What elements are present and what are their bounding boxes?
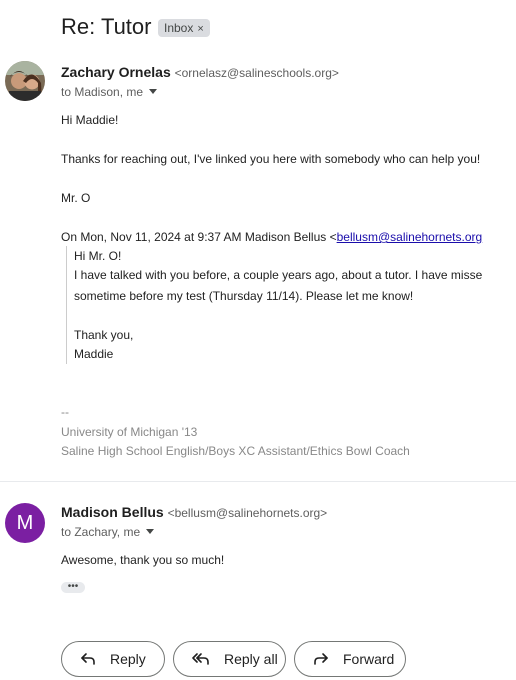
quoted-line: Hi Mr. O! — [74, 249, 122, 263]
email-subject: Re: Tutor — [61, 14, 152, 39]
quote-header-link[interactable]: bellusm@salinehornets.org — [337, 230, 483, 244]
avatar[interactable] — [5, 61, 45, 101]
quote-header-text: On Mon, Nov 11, 2024 at 9:37 AM Madison … — [61, 230, 337, 244]
quoted-line: Thank you, — [74, 328, 134, 342]
message-header: Zachary Ornelas <ornelasz@salineschools.… — [61, 64, 339, 80]
reply-label: Reply — [110, 651, 146, 667]
recipients-text: to Zachary, me — [61, 525, 141, 539]
recipients-toggle[interactable]: to Madison, me — [61, 85, 158, 99]
quoted-line: Maddie — [74, 347, 114, 361]
forward-icon — [314, 653, 328, 665]
sender-name[interactable]: Zachary Ornelas — [61, 64, 171, 80]
quoted-line: I have talked with you before, a couple … — [74, 268, 483, 282]
message-header: Madison Bellus <bellusm@salinehornets.or… — [61, 504, 327, 520]
signature-line: Saline High School English/Boys XC Assis… — [61, 444, 410, 458]
reply-all-label: Reply all — [224, 651, 278, 667]
message-signoff: Mr. O — [61, 191, 91, 205]
recipients-text: to Madison, me — [61, 85, 144, 99]
reply-all-icon — [192, 653, 209, 665]
message-divider — [0, 481, 516, 482]
sender-email: <ornelasz@salineschools.org> — [174, 66, 339, 80]
reply-button[interactable]: Reply — [61, 641, 165, 677]
forward-label: Forward — [343, 651, 395, 667]
chevron-down-icon[interactable] — [149, 89, 158, 94]
reply-icon — [81, 653, 95, 665]
reply-all-button[interactable]: Reply all — [173, 641, 286, 677]
signature-separator: -- — [61, 405, 69, 419]
remove-label-icon[interactable]: × — [197, 23, 203, 35]
avatar-photo-icon — [5, 61, 45, 101]
inbox-label-badge[interactable]: Inbox × — [158, 19, 210, 37]
recipients-toggle[interactable]: to Zachary, me — [61, 525, 155, 539]
forward-button[interactable]: Forward — [294, 641, 406, 677]
avatar[interactable]: M — [5, 503, 45, 543]
show-trimmed-content-button[interactable]: ••• — [61, 582, 85, 593]
signature-line: University of Michigan '13 — [61, 425, 198, 439]
message-paragraph: Awesome, thank you so much! — [61, 553, 225, 567]
quote-bar — [66, 246, 67, 364]
quote-header: On Mon, Nov 11, 2024 at 9:37 AM Madison … — [61, 230, 482, 244]
chevron-down-icon[interactable] — [146, 529, 155, 534]
message-paragraph: Thanks for reaching out, I've linked you… — [61, 152, 481, 166]
message-greeting: Hi Maddie! — [61, 113, 119, 127]
quoted-line: sometime before my test (Thursday 11/14)… — [74, 289, 414, 303]
sender-email: <bellusm@salinehornets.org> — [167, 506, 328, 520]
inbox-label-text: Inbox — [164, 21, 194, 35]
sender-name[interactable]: Madison Bellus — [61, 504, 164, 520]
